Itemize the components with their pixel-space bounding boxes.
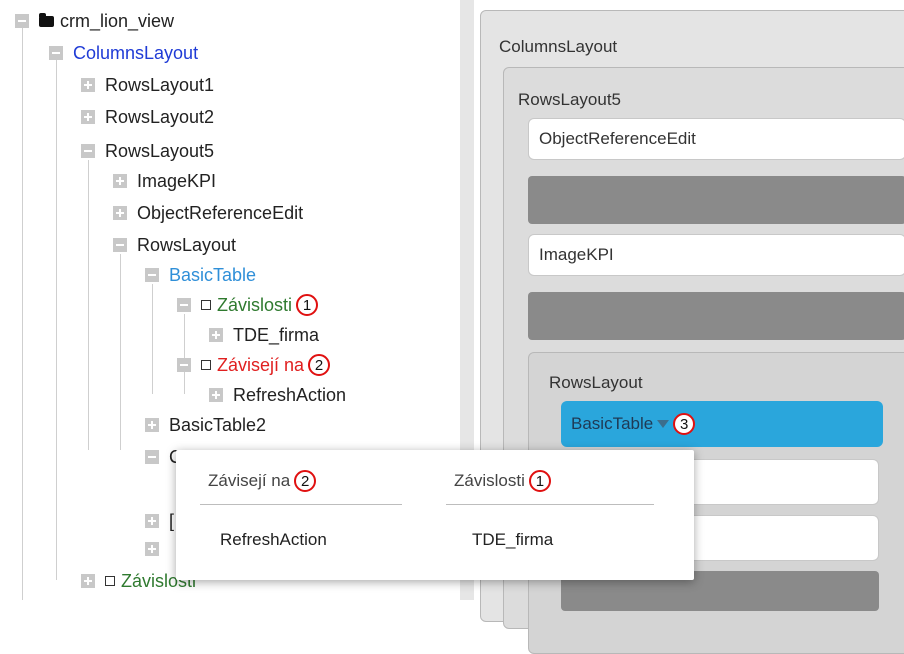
tree-node-label: ImageKPI bbox=[137, 170, 217, 191]
collapse-icon[interactable] bbox=[177, 358, 191, 372]
caret-down-icon[interactable] bbox=[657, 420, 670, 428]
annotation-badge: 2 bbox=[294, 470, 317, 492]
tree-node-label: crm_lion_view bbox=[60, 10, 175, 31]
expand-icon[interactable] bbox=[81, 78, 95, 92]
tree-node-label: BasicTable2 bbox=[169, 414, 267, 435]
folder-icon bbox=[39, 12, 54, 27]
expand-icon[interactable] bbox=[145, 514, 159, 528]
collapse-icon[interactable] bbox=[177, 298, 191, 312]
tree-node-label: Závisejí na bbox=[217, 354, 305, 375]
tree-node-label: RowsLayout bbox=[137, 234, 237, 255]
tree-node-label: RefreshAction bbox=[233, 384, 347, 405]
tree-node-rows-layout5[interactable]: RowsLayout5 bbox=[81, 136, 214, 166]
tree-node-rows-layout2[interactable]: RowsLayout2 bbox=[81, 102, 214, 132]
basic-table-label: BasicTable bbox=[571, 414, 654, 433]
tree-guide bbox=[56, 60, 57, 580]
expand-icon[interactable] bbox=[145, 542, 159, 556]
expand-icon[interactable] bbox=[113, 174, 127, 188]
tree-node-label: ColumnsLayout bbox=[73, 42, 199, 63]
tree-node-object-reference-edit[interactable]: ObjectReferenceEdit bbox=[113, 198, 303, 228]
expand-icon[interactable] bbox=[113, 206, 127, 220]
tree-node-label: RowsLayout1 bbox=[105, 74, 215, 95]
image-kpi-widget[interactable]: ImageKPI bbox=[528, 234, 904, 276]
tree-node-tde-firma[interactable]: TDE_firma bbox=[209, 320, 319, 350]
expand-icon[interactable] bbox=[209, 328, 223, 342]
collapse-icon[interactable] bbox=[49, 46, 63, 60]
columns-layout-label: ColumnsLayout bbox=[499, 37, 618, 56]
collapse-icon[interactable] bbox=[145, 450, 159, 464]
square-icon bbox=[201, 360, 211, 370]
tree-node-root[interactable]: crm_lion_view bbox=[15, 6, 174, 36]
rows-layout-label: RowsLayout bbox=[549, 373, 643, 392]
expand-icon[interactable] bbox=[209, 388, 223, 402]
tree-guide bbox=[120, 254, 121, 450]
tree-node-rows-layout[interactable]: RowsLayout bbox=[113, 230, 236, 260]
tree-node-rows-layout1[interactable]: RowsLayout1 bbox=[81, 70, 214, 100]
tree-node-basic-table[interactable]: BasicTable bbox=[145, 260, 256, 290]
popup-col1-title: Závisejí na bbox=[208, 471, 291, 490]
collapse-icon[interactable] bbox=[113, 238, 127, 252]
tree-node-zavislosti[interactable]: Závislosti 1 bbox=[177, 290, 319, 320]
tree-node-basic-table2[interactable]: BasicTable2 bbox=[145, 410, 266, 440]
popup-col2-item[interactable]: TDE_firma bbox=[472, 530, 553, 550]
expand-icon[interactable] bbox=[81, 574, 95, 588]
basic-table-selected[interactable]: BasicTable 3 bbox=[561, 401, 883, 447]
popup-col1-header: Závisejí na 2 bbox=[208, 470, 317, 492]
popup-col1-item[interactable]: RefreshAction bbox=[220, 530, 327, 550]
tree-guide bbox=[22, 28, 23, 600]
tree-node-label: Závislosti bbox=[217, 294, 293, 315]
expand-icon[interactable] bbox=[145, 418, 159, 432]
annotation-badge: 3 bbox=[673, 413, 696, 435]
square-icon bbox=[201, 300, 211, 310]
placeholder-bar bbox=[528, 292, 904, 340]
tree-node-label: RowsLayout5 bbox=[105, 140, 215, 161]
tree-node-label: TDE_firma bbox=[233, 324, 320, 345]
tree-node-image-kpi[interactable]: ImageKPI bbox=[113, 166, 216, 196]
placeholder-bar bbox=[528, 176, 904, 224]
annotation-badge: 1 bbox=[296, 294, 319, 316]
collapse-icon[interactable] bbox=[145, 268, 159, 282]
annotation-badge: 1 bbox=[528, 470, 551, 492]
tree-node-label: RowsLayout2 bbox=[105, 106, 215, 127]
tree-node-label: ObjectReferenceEdit bbox=[137, 202, 304, 223]
tree-node-partial[interactable]: [ bbox=[145, 506, 174, 536]
collapse-icon[interactable] bbox=[15, 14, 29, 28]
tree-guide bbox=[88, 160, 89, 450]
popup-divider bbox=[446, 504, 654, 505]
annotation-badge: 2 bbox=[308, 354, 331, 376]
tree-node-columns-layout[interactable]: ColumnsLayout bbox=[49, 38, 198, 68]
popup-divider bbox=[200, 504, 402, 505]
tree-node-label: BasicTable bbox=[169, 264, 257, 285]
object-reference-edit-widget[interactable]: ObjectReferenceEdit bbox=[528, 118, 904, 160]
tree-node-partial[interactable] bbox=[145, 534, 169, 564]
dependency-popup: Závisejí na 2 RefreshAction Závislosti 1… bbox=[176, 450, 694, 580]
expand-icon[interactable] bbox=[81, 110, 95, 124]
tree-node-refresh-action[interactable]: RefreshAction bbox=[209, 380, 346, 410]
popup-col2-title: Závislosti bbox=[454, 471, 525, 490]
rows-layout5-label: RowsLayout5 bbox=[518, 90, 622, 109]
tree-node-label: [ bbox=[169, 510, 175, 531]
popup-col2-header: Závislosti 1 bbox=[454, 470, 551, 492]
tree-node-zavisi-na[interactable]: Závisejí na 2 bbox=[177, 350, 331, 380]
tree-guide bbox=[152, 284, 153, 394]
square-icon bbox=[105, 576, 115, 586]
collapse-icon[interactable] bbox=[81, 144, 95, 158]
